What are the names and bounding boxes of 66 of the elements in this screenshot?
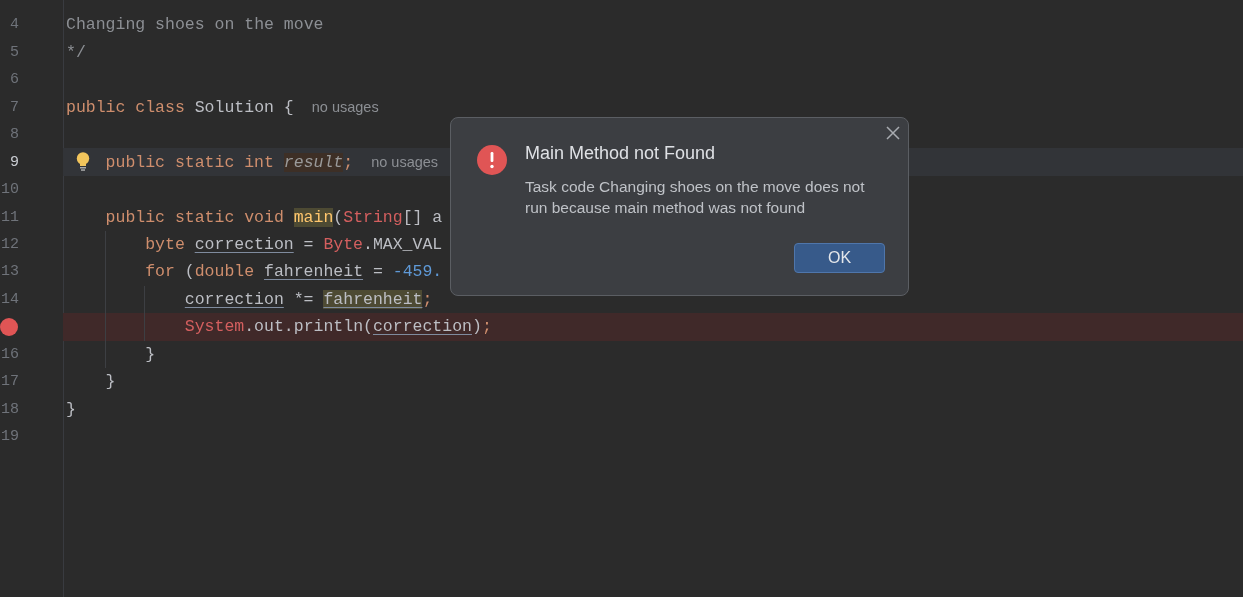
code-text: ( [184,262,195,282]
code-text: ( [333,207,344,227]
keyword: public [66,97,126,117]
line-number: 5 [9,43,19,61]
line-number: 13 [0,263,19,281]
comment-text: Changing shoes on the move [66,15,324,35]
line-number: 10 [0,181,19,199]
line-number: 11 [0,208,19,226]
usage-hint: no usages [371,154,439,171]
code-text: Solution [194,97,274,117]
keyword: static [174,207,235,227]
keyword: static [174,152,235,172]
class-name: System [184,317,245,337]
keyword: ; [422,289,433,309]
code-text: } [105,372,116,392]
code-text: .MAX_VAL [363,235,443,254]
line-number: 19 [0,428,19,446]
keyword: double [194,262,255,282]
code-text: *= [293,289,314,309]
code-text: } [66,399,76,419]
code-text: ) [472,317,482,337]
keyword: for [145,262,175,282]
line-number: 4 [9,16,19,34]
usage-hint: no usages [311,99,379,116]
class-name: Byte [323,235,363,254]
keyword: ; [343,152,354,172]
number-literal: -459. [392,262,443,282]
code-text: = [303,235,314,254]
line-number: 7 [9,98,19,116]
code-text: { [283,97,294,117]
class-name: String [343,207,403,227]
lightbulb-icon[interactable] [76,152,90,172]
dialog-title: Main Method not Found [525,143,716,164]
line-number: 18 [0,400,19,418]
variable-name: fahrenheit [323,289,423,309]
keyword: byte [145,235,185,254]
line-number: 12 [0,236,19,253]
dialog-message: Task code Changing shoes on the move does not run because main method was not found [525,177,866,218]
method-name: main [293,207,334,227]
comment-text: */ [66,42,86,62]
close-icon[interactable] [886,126,900,140]
line-number: 17 [0,373,19,391]
line-number: 9 [9,153,19,171]
line-number: 8 [9,126,19,144]
line-number: 14 [0,290,19,308]
ok-button[interactable]: OK [794,243,885,273]
code-text: = [372,262,383,282]
variable-name: correction [372,317,472,337]
code-text: a [432,207,443,227]
variable-name: fahrenheit [264,262,364,282]
line-number: 16 [0,345,19,363]
field-name: result [283,152,344,172]
keyword: void [244,207,284,227]
code-text: [] [402,207,423,227]
keyword: public [105,152,165,172]
keyword: class [135,97,185,117]
error-icon [477,145,507,175]
code-text: } [145,344,156,364]
code-text: .out.println( [244,317,373,337]
variable-name: correction [194,235,294,254]
keyword: ; [481,317,492,337]
keyword: int [244,152,274,172]
line-number: 6 [9,71,19,89]
breakpoint-icon[interactable] [0,317,18,336]
keyword: public [105,207,165,227]
variable-name: correction [184,289,284,309]
